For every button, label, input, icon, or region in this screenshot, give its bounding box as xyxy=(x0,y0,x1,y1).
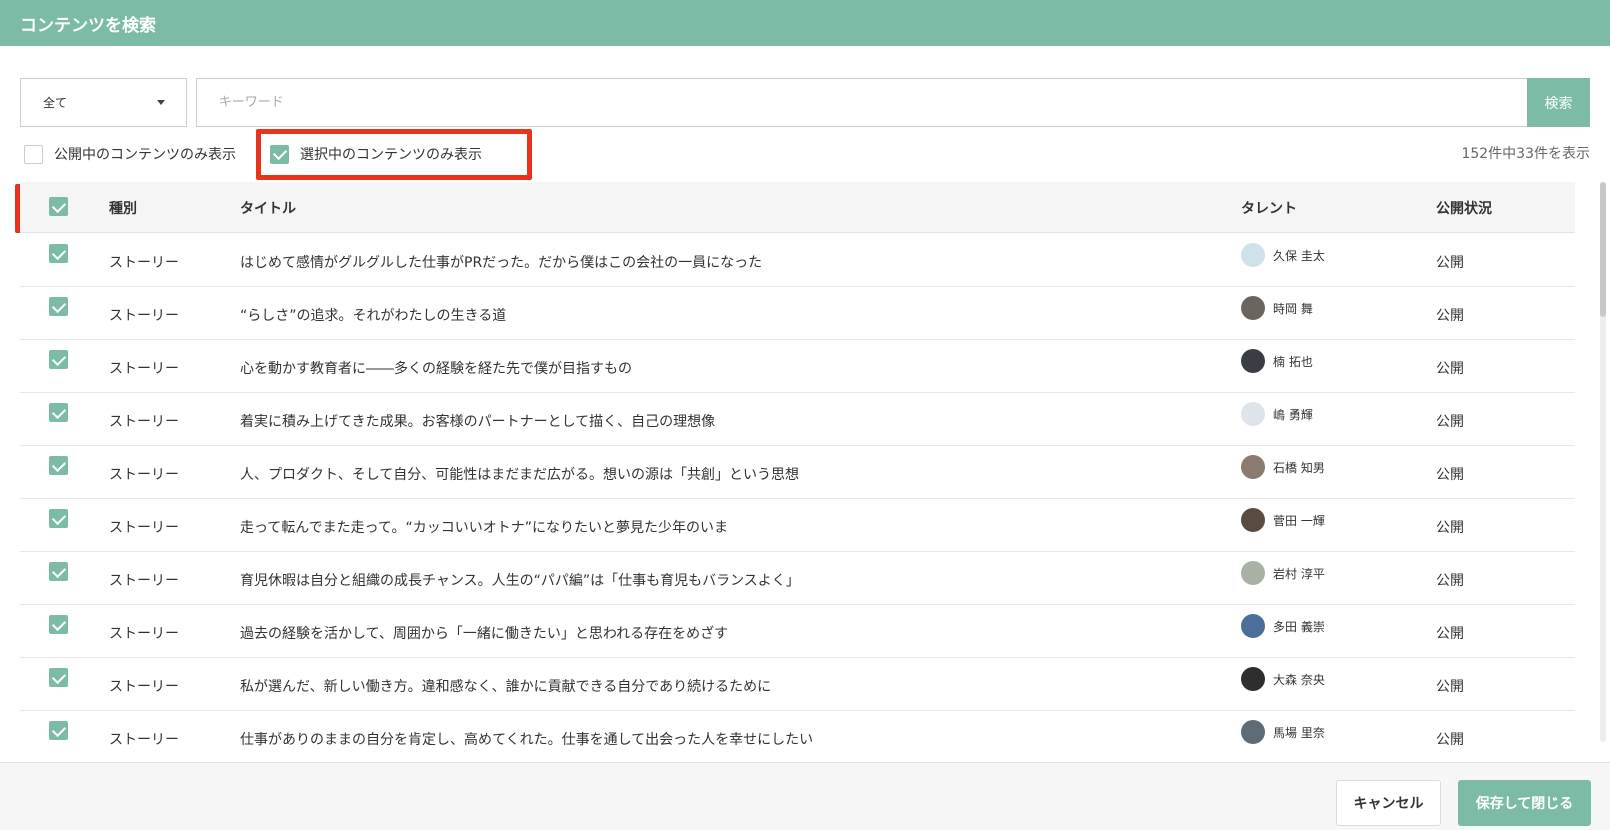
talent-avatar xyxy=(1241,508,1265,532)
row-checkbox[interactable] xyxy=(49,509,68,528)
cancel-button[interactable]: キャンセル xyxy=(1336,780,1441,826)
row-type: ストーリー xyxy=(109,308,179,324)
row-title: 走って転んでまた走って。“カッコいいオトナ”になりたいと夢見た少年のいま xyxy=(240,520,728,536)
row-type: ストーリー xyxy=(109,520,179,536)
talent-avatar xyxy=(1241,296,1265,320)
talent-name: 楠 拓也 xyxy=(1273,354,1313,369)
talent-avatar xyxy=(1241,667,1265,691)
dialog-title: コンテンツを検索 xyxy=(20,15,156,36)
row-title: 着実に積み上げてきた成果。お客様のパートナーとして描く、自己の理想像 xyxy=(240,414,716,430)
talent-avatar xyxy=(1241,561,1265,585)
row-checkbox[interactable] xyxy=(49,456,68,475)
talent-name: 大森 奈央 xyxy=(1273,672,1325,687)
column-header-title: タイトル xyxy=(240,201,296,217)
public-only-filter[interactable]: 公開中のコンテンツのみ表示 xyxy=(24,143,236,165)
row-title: 心を動かす教育者に――多くの経験を経た先で僕が目指すもの xyxy=(240,361,632,377)
row-title: 仕事がありのままの自分を肯定し、高めてくれた。仕事を通して出会った人を幸せにした… xyxy=(240,732,814,748)
row-status: 公開 xyxy=(1436,520,1464,536)
talent-name: 菅田 一輝 xyxy=(1273,513,1325,528)
row-status: 公開 xyxy=(1436,626,1464,642)
row-type: ストーリー xyxy=(109,626,179,642)
row-checkbox[interactable] xyxy=(49,721,68,740)
table-row[interactable]: ストーリー 過去の経験を活かして、周囲から「一緒に働きたい」と思われる存在をめざ… xyxy=(20,605,1575,658)
row-checkbox[interactable] xyxy=(49,244,68,263)
result-count: 152件中33件を表示 xyxy=(1461,146,1590,162)
row-status: 公開 xyxy=(1436,414,1464,430)
row-title: “らしさ”の追求。それがわたしの生きる道 xyxy=(240,308,507,324)
table-row[interactable]: ストーリー 人、プロダクト、そして自分、可能性はまだまだ広がる。想いの源は「共創… xyxy=(20,446,1575,499)
row-title: 育児休暇は自分と組織の成長チャンス。人生の“パパ編”は「仕事も育児もバランスよく… xyxy=(240,573,800,589)
row-title: 過去の経験を活かして、周囲から「一緒に働きたい」と思われる存在をめざす xyxy=(240,626,729,642)
content-type-select-value: 全て xyxy=(43,96,68,110)
row-status: 公開 xyxy=(1436,467,1464,483)
highlight-box-selected-filter xyxy=(256,129,532,180)
row-status: 公開 xyxy=(1436,361,1464,377)
row-title: はじめて感情がグルグルした仕事がPRだった。だから僕はこの会社の一員になった xyxy=(240,255,763,271)
table-row[interactable]: ストーリー 走って転んでまた走って。“カッコいいオトナ”になりたいと夢見た少年の… xyxy=(20,499,1575,552)
row-title: 人、プロダクト、そして自分、可能性はまだまだ広がる。想いの源は「共創」という思想 xyxy=(240,467,800,483)
row-status: 公開 xyxy=(1436,573,1464,589)
row-checkbox[interactable] xyxy=(49,668,68,687)
table-row[interactable]: ストーリー 心を動かす教育者に――多くの経験を経た先で僕が目指すもの 楠 拓也 … xyxy=(20,340,1575,393)
row-type: ストーリー xyxy=(109,573,179,589)
row-checkbox[interactable] xyxy=(49,403,68,422)
row-status: 公開 xyxy=(1436,732,1464,748)
select-all-checkbox[interactable] xyxy=(49,197,68,216)
talent-name: 嶋 勇輝 xyxy=(1273,407,1313,422)
row-checkbox[interactable] xyxy=(49,297,68,316)
table-row[interactable]: ストーリー 育児休暇は自分と組織の成長チャンス。人生の“パパ編”は「仕事も育児も… xyxy=(20,552,1575,605)
row-type: ストーリー xyxy=(109,361,179,377)
column-header-type: 種別 xyxy=(109,201,137,217)
row-checkbox[interactable] xyxy=(49,562,68,581)
table-header: 種別 タイトル タレント 公開状況 xyxy=(20,182,1575,233)
public-only-checkbox[interactable] xyxy=(24,144,43,164)
talent-avatar xyxy=(1241,349,1265,373)
row-checkbox[interactable] xyxy=(49,350,68,369)
column-header-talent: タレント xyxy=(1241,201,1297,217)
talent-name: 石橋 知男 xyxy=(1273,460,1325,475)
row-status: 公開 xyxy=(1436,679,1464,695)
search-button[interactable]: 検索 xyxy=(1527,78,1590,127)
talent-name: 時岡 舞 xyxy=(1273,301,1313,316)
talent-avatar xyxy=(1241,455,1265,479)
keyword-input[interactable] xyxy=(195,78,1527,127)
table-row[interactable]: ストーリー 着実に積み上げてきた成果。お客様のパートナーとして描く、自己の理想像… xyxy=(20,393,1575,446)
caret-down-icon xyxy=(157,100,165,105)
row-checkbox[interactable] xyxy=(49,615,68,634)
row-title: 私が選んだ、新しい働き方。違和感なく、誰かに貢献できる自分であり続けるために xyxy=(240,679,772,695)
row-type: ストーリー xyxy=(109,467,179,483)
table-row[interactable]: ストーリー 仕事がありのままの自分を肯定し、高めてくれた。仕事を通して出会った人… xyxy=(20,711,1575,764)
talent-avatar xyxy=(1241,720,1265,744)
dialog-footer: キャンセル 保存して閉じる xyxy=(0,762,1610,830)
save-and-close-button[interactable]: 保存して閉じる xyxy=(1458,780,1591,826)
search-bar: 全て 検索 xyxy=(20,78,1590,127)
table-row[interactable]: ストーリー “らしさ”の追求。それがわたしの生きる道 時岡 舞 公開 xyxy=(20,287,1575,340)
public-only-label: 公開中のコンテンツのみ表示 xyxy=(54,147,236,163)
talent-avatar xyxy=(1241,402,1265,426)
row-status: 公開 xyxy=(1436,255,1464,271)
content-type-select[interactable]: 全て xyxy=(20,78,187,127)
talent-avatar xyxy=(1241,243,1265,267)
scrollbar-thumb[interactable] xyxy=(1600,182,1606,317)
dialog-header: コンテンツを検索 xyxy=(0,0,1610,46)
row-type: ストーリー xyxy=(109,679,179,695)
row-status: 公開 xyxy=(1436,308,1464,324)
row-type: ストーリー xyxy=(109,414,179,430)
row-type: ストーリー xyxy=(109,255,179,271)
talent-name: 岩村 淳平 xyxy=(1273,566,1325,581)
row-type: ストーリー xyxy=(109,732,179,748)
talent-name: 馬場 里奈 xyxy=(1273,725,1325,740)
talent-name: 多田 義崇 xyxy=(1273,619,1325,634)
talent-name: 久保 圭太 xyxy=(1273,248,1325,263)
table-row[interactable]: ストーリー 私が選んだ、新しい働き方。違和感なく、誰かに貢献できる自分であり続け… xyxy=(20,658,1575,711)
table-row[interactable]: ストーリー はじめて感情がグルグルした仕事がPRだった。だから僕はこの会社の一員… xyxy=(20,234,1575,287)
column-header-status: 公開状況 xyxy=(1436,201,1492,217)
talent-avatar xyxy=(1241,614,1265,638)
table-scrollbar[interactable] xyxy=(1600,182,1606,742)
